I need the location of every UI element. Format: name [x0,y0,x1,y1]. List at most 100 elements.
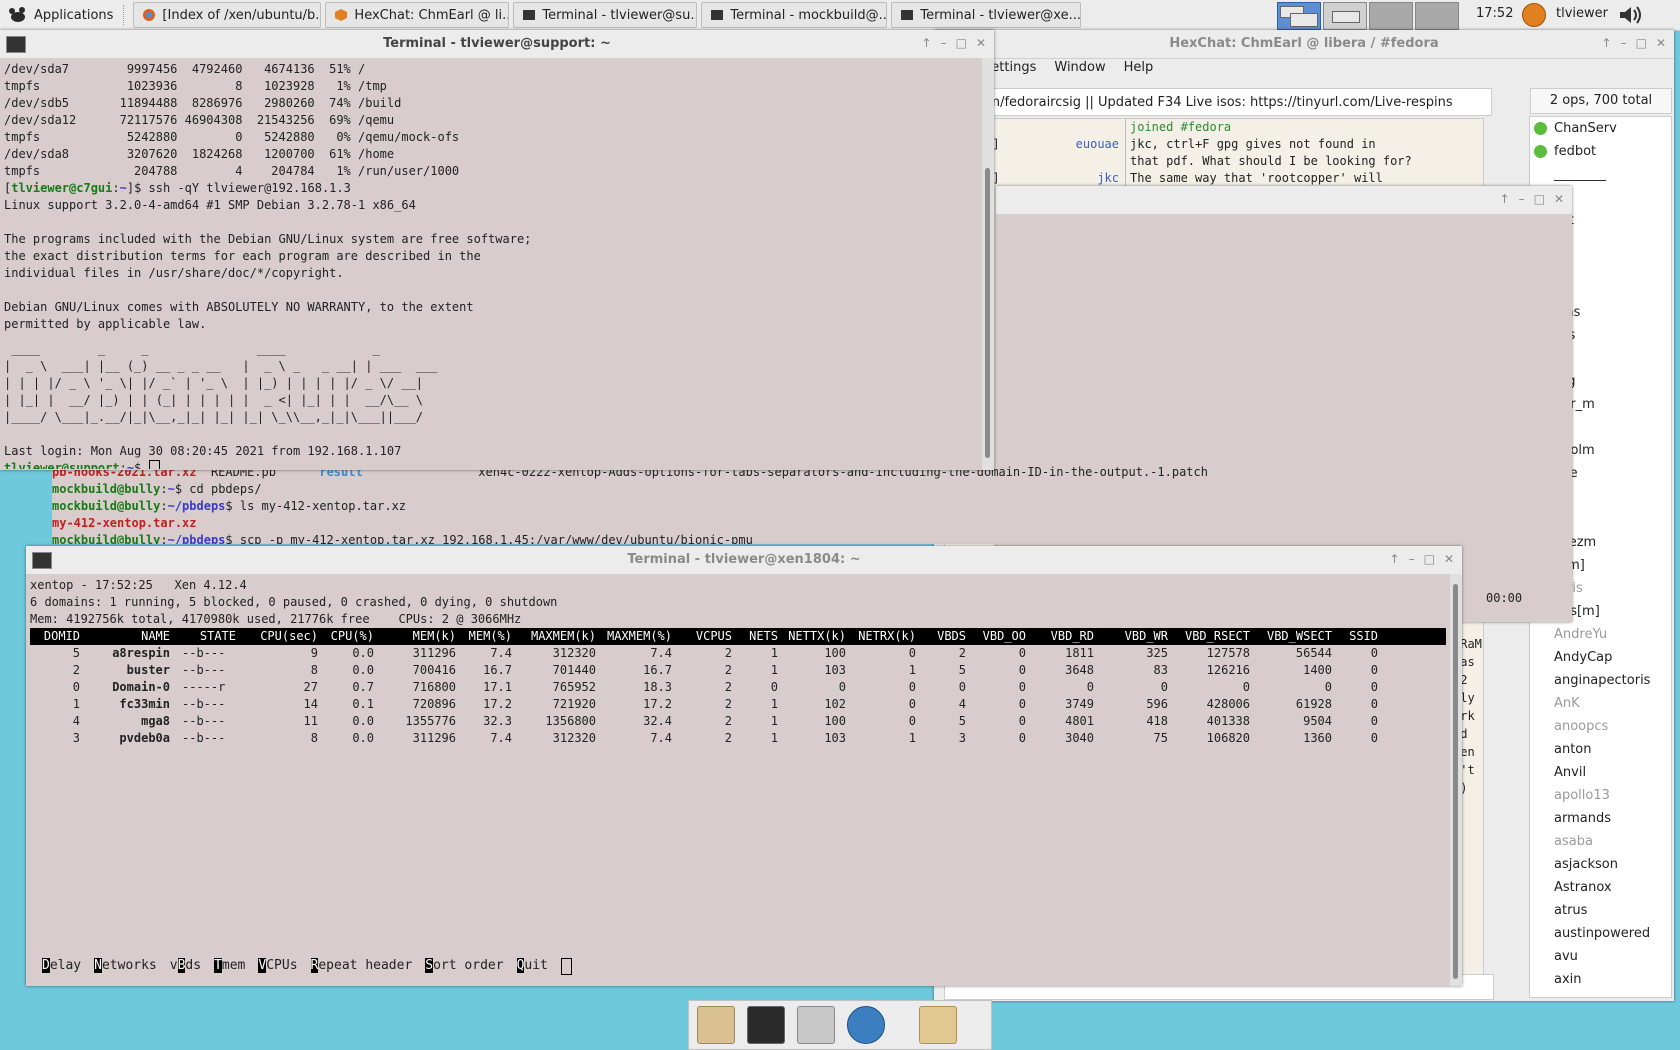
folder-icon[interactable] [919,1006,957,1044]
maximize-icon[interactable]: □ [956,37,967,49]
task-terminal-support[interactable]: Terminal - tlviewer@su... [513,2,698,28]
workspace-1[interactable] [1277,2,1321,30]
column-header[interactable]: NAME [80,628,170,645]
column-header[interactable]: CPU(%) [318,628,374,645]
workspace-2[interactable] [1323,2,1367,30]
maximize-icon[interactable]: □ [1424,553,1435,565]
keybar-item[interactable]: Sort order [425,958,504,975]
menu-help[interactable]: Help [1124,60,1154,84]
column-header[interactable]: STATE [170,628,236,645]
maximize-icon[interactable]: □ [1636,37,1647,49]
close-icon[interactable]: ✕ [976,37,986,49]
workspace-3[interactable] [1369,2,1413,30]
column-header[interactable]: MAXMEM(%) [596,628,672,645]
userlist-item[interactable]: AnK [1530,692,1671,715]
column-header[interactable]: MAXMEM(k) [512,628,596,645]
column-header[interactable]: VBD_RD [1026,628,1094,645]
keybar-item[interactable]: VCPUs [258,958,298,975]
column-header[interactable]: SSID [1332,628,1378,645]
userlist-item[interactable]: Astranox [1530,876,1671,899]
terminal-icon[interactable] [747,1006,785,1044]
shade-icon[interactable]: ↑ [1602,37,1612,49]
ascii-banner: ____ _ _ ____ _ | _ \ ___| |__ (_) __ _ … [4,342,438,424]
userlist-item[interactable]: anoopcs [1530,715,1671,738]
close-icon[interactable]: ✕ [1554,193,1564,205]
browser-icon[interactable] [847,1006,885,1044]
userlist-item[interactable]: ________ [1530,163,1671,186]
task-hexchat[interactable]: HexChat: ChmEarl @ li... [325,2,510,28]
folder-icon[interactable] [697,1006,735,1044]
shade-icon[interactable]: ↑ [1500,193,1510,205]
keybar-item[interactable]: vBds [170,958,201,975]
keybar-item[interactable]: Networks [94,958,157,975]
close-icon[interactable]: ✕ [1444,553,1454,565]
userlist-item[interactable]: apollo13 [1530,784,1671,807]
column-header[interactable]: VBD_WSECT [1250,628,1332,645]
task-terminal-xen[interactable]: Terminal - tlviewer@xe... [891,2,1082,28]
column-header[interactable]: VBD_WR [1094,628,1168,645]
maximize-icon[interactable]: □ [1534,193,1545,205]
column-header[interactable]: MEM(%) [456,628,512,645]
userlist-item[interactable]: AndyCap [1530,646,1671,669]
clock[interactable]: 17:52 [1476,6,1513,21]
shade-icon[interactable]: ↑ [1390,553,1400,565]
user-menu[interactable]: tlviewer [1556,6,1608,21]
workspace-4[interactable] [1415,2,1459,30]
userlist-item[interactable]: anton [1530,738,1671,761]
keybar-item[interactable]: Tmem [214,958,245,975]
userlist-item[interactable]: Anvil [1530,761,1671,784]
minimize-icon[interactable]: – [941,37,947,49]
close-icon[interactable]: ✕ [1656,37,1666,49]
column-header[interactable]: VCPUS [672,628,732,645]
df-line: /dev/sda8 3207620 1824268 1200700 61% /h… [4,147,395,161]
menu-window[interactable]: Window [1054,60,1105,84]
terminal-output[interactable]: xentop - 17:52:25 Xen 4.12.4 6 domains: … [30,577,1446,983]
userlist-item[interactable]: ChanServ [1530,117,1671,140]
mock-line-2: mockbuild@bully:~$ cd pbdeps/ [52,482,262,496]
username-label: anginapectoris [1554,673,1651,688]
task-terminal-mockbuild[interactable]: Terminal - mockbuild@... [701,2,888,28]
volume-icon[interactable] [1618,4,1644,26]
hexchat-titlebar[interactable]: HexChat: ChmEarl @ libera / #fedora ↑ – … [934,30,1674,59]
scrollbar[interactable] [1450,574,1462,986]
table-cell: 716800 [412,680,456,694]
task-label: Terminal - tlviewer@xe... [920,7,1081,23]
file-manager-icon[interactable] [797,1006,835,1044]
blank-titlebar[interactable]: ↑ – □ ✕ [996,186,1572,215]
userlist-item[interactable]: asaba [1530,830,1671,853]
column-header[interactable]: VBDS [916,628,966,645]
column-header[interactable]: NETS [732,628,778,645]
column-header[interactable]: MEM(k) [374,628,456,645]
shade-icon[interactable]: ↑ [922,37,932,49]
keybar-item[interactable]: Delay [42,958,81,975]
minimize-icon[interactable]: – [1409,553,1415,565]
userlist-item[interactable]: axin [1530,968,1671,991]
column-header[interactable]: VBD_OO [966,628,1026,645]
userlist-item[interactable]: avu [1530,945,1671,968]
column-header[interactable]: CPU(sec) [236,628,318,645]
terminal-titlebar[interactable]: Terminal - tlviewer@support: ~ ↑ – □ ✕ [0,30,994,59]
column-header[interactable]: NETRX(k) [846,628,916,645]
keybar-item[interactable]: Repeat header [310,958,412,975]
userlist-item[interactable]: fedbot [1530,140,1671,163]
terminal-output[interactable]: /dev/sda7 9997456 4792460 4674136 51% / t… [4,61,980,469]
minimize-icon[interactable]: – [1519,193,1525,205]
user-avatar-icon[interactable] [1522,3,1546,27]
userlist-item[interactable]: anginapectoris [1530,669,1671,692]
mockbuild-terminal[interactable]: pb-hooks-2021.tar.xz README.pb result xe… [52,464,1352,544]
userlist-item[interactable]: austinpowered [1530,922,1671,945]
scrollbar[interactable] [982,58,994,470]
userlist-item[interactable]: AndreYu [1530,623,1671,646]
userlist-item[interactable]: asjackson [1530,853,1671,876]
task-browser[interactable]: [Index of /xen/ubuntu/b... [133,2,322,28]
topic-field[interactable]: url.com/fedoraircsig || Updated F34 Live… [944,88,1492,116]
userlist-item[interactable]: armands [1530,807,1671,830]
column-header[interactable]: DOMID [30,628,80,645]
keybar-item[interactable]: Quit [516,958,548,975]
applications-menu[interactable]: Applications [0,0,121,30]
column-header[interactable]: NETTX(k) [778,628,846,645]
minimize-icon[interactable]: – [1621,37,1627,49]
terminal-titlebar[interactable]: Terminal - tlviewer@xen1804: ~ ↑ – □ ✕ [26,546,1462,575]
userlist-item[interactable]: atrus [1530,899,1671,922]
column-header[interactable]: VBD_RSECT [1168,628,1250,645]
